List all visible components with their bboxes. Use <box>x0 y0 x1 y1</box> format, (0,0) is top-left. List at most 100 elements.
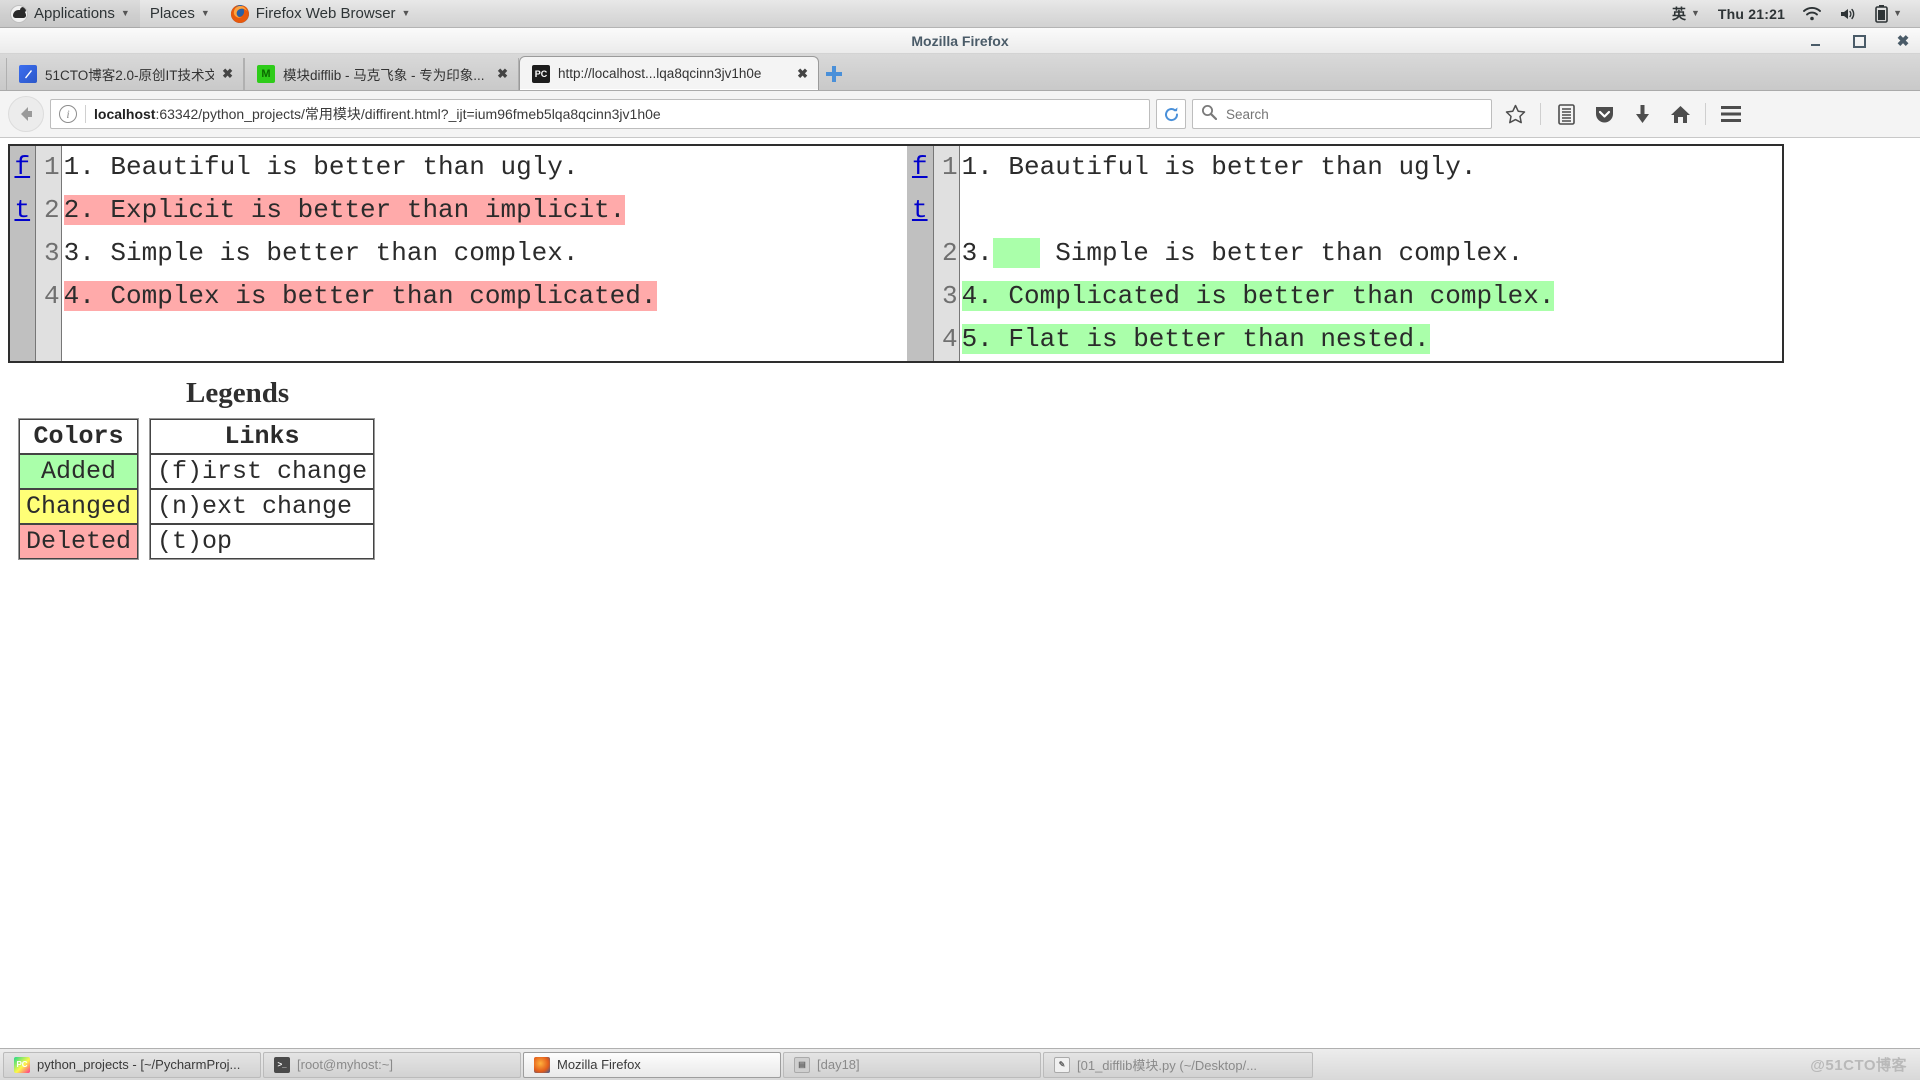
maxiang-favicon: M <box>257 65 275 83</box>
terminal-icon: >_ <box>274 1056 290 1073</box>
firefox-icon <box>534 1056 550 1073</box>
diff-lineno-right: 3 <box>933 275 960 318</box>
legend-links-header: Links <box>150 419 375 454</box>
window-controls: ✖ <box>1806 28 1912 54</box>
diff-lineno-right: 2 <box>933 232 960 275</box>
diff-lineno-left: 4 <box>35 275 62 318</box>
legend-next-change-row[interactable]: (n)ext change <box>150 489 375 524</box>
hamburger-menu-icon[interactable] <box>1714 97 1748 131</box>
input-method-indicator[interactable]: 英 ▼ <box>1664 0 1708 28</box>
diff-column-separator <box>880 232 907 275</box>
firefox-window: Mozilla Firefox ✖ 51CTO博客2.0-原创IT技术文章...… <box>0 28 1920 1048</box>
diff-text-left: 3. Simple is better than complex. <box>63 238 579 268</box>
table-row: (t)op <box>150 524 375 559</box>
page-content: f 1 1. Beautiful is better than ugly. f … <box>0 138 1920 1048</box>
diff-text-left: 4. Complex is better than complicated. <box>61 275 881 318</box>
back-button[interactable] <box>8 96 44 132</box>
chevron-down-icon: ▼ <box>120 8 130 18</box>
legend-first-change-row[interactable]: (f)irst change <box>150 454 375 489</box>
close-button[interactable]: ✖ <box>1894 32 1912 50</box>
diff-next-left <box>9 275 36 318</box>
diff-lineno-right: 4 <box>933 318 960 362</box>
close-icon[interactable]: ✖ <box>222 66 233 82</box>
diff-next-left[interactable]: t <box>9 189 36 232</box>
taskbar-item-day18[interactable]: ▤ [day18] <box>783 1051 1041 1078</box>
taskbar-item-label: python_projects - [~/PycharmProj... <box>37 1057 241 1072</box>
library-icon[interactable] <box>1549 97 1583 131</box>
close-icon[interactable]: ✖ <box>797 66 808 82</box>
active-application-label: Firefox Web Browser <box>255 5 396 22</box>
maximize-button[interactable] <box>1850 32 1868 50</box>
input-method-label: 英 <box>1672 5 1686 22</box>
diff-row: 3 3. Simple is better than complex. 2 3.… <box>9 232 1783 275</box>
active-application-menu[interactable]: Firefox Web Browser ▼ <box>220 0 421 28</box>
toolbar-separator <box>1705 103 1706 125</box>
window-title: Mozilla Firefox <box>911 32 1009 49</box>
taskbar-item-firefox[interactable]: Mozilla Firefox <box>523 1051 781 1078</box>
51cto-favicon <box>19 65 37 83</box>
downloads-icon[interactable] <box>1625 97 1659 131</box>
taskbar-item-pycharm[interactable]: PC python_projects - [~/PycharmProj... <box>3 1051 261 1078</box>
diff-lineno-right: 1 <box>933 145 960 189</box>
diff-text-left: 1. Beautiful is better than ugly. <box>63 152 579 182</box>
tab-maxiang-difflib[interactable]: M 模块difflib - 马克飞象 - 专为印象... ✖ <box>244 58 519 90</box>
tab-title: 模块difflib - 马克飞象 - 专为印象... <box>283 68 485 83</box>
diff-row: t 2 2. Explicit is better than implicit.… <box>9 189 1783 232</box>
diff-column-separator <box>880 318 907 362</box>
battery-icon[interactable]: ▼ <box>1867 0 1910 28</box>
close-icon[interactable]: ✖ <box>497 66 508 82</box>
toolbar-separator <box>1540 103 1541 125</box>
taskbar-item-label: Mozilla Firefox <box>557 1057 641 1072</box>
table-row: Links <box>150 419 375 454</box>
url-bar[interactable]: i localhost:63342/python_projects/常用模块/d… <box>50 99 1150 129</box>
reload-button[interactable] <box>1156 99 1186 129</box>
top-link[interactable]: t <box>14 195 30 225</box>
volume-icon[interactable] <box>1831 0 1865 28</box>
diff-column-separator <box>880 189 907 232</box>
diff-text-right: 5. Flat is better than nested. <box>959 318 1783 362</box>
watermark: @51CTO博客 <box>1810 1054 1917 1075</box>
first-change-link[interactable]: f <box>14 152 30 182</box>
diff-text-prefix: 3. <box>961 238 993 268</box>
legend-colors-table: Colors Added Changed Deleted <box>18 418 140 560</box>
tab-localhost-diffirent[interactable]: PC http://localhost...lqa8qcinn3jv1h0e ✖ <box>519 56 819 90</box>
diff-next-right <box>906 318 934 362</box>
legends-container: Colors Added Changed Deleted Links (f)ir… <box>18 418 1920 560</box>
places-menu[interactable]: Places ▼ <box>140 0 220 28</box>
diff-next-left <box>9 232 36 275</box>
url-host: localhost <box>94 106 156 122</box>
chevron-down-icon: ▼ <box>1893 8 1902 18</box>
diff-text-left <box>61 318 881 362</box>
home-icon[interactable] <box>1663 97 1697 131</box>
taskbar-item-terminal[interactable]: >_ [root@myhost:~] <box>263 1051 521 1078</box>
applications-menu[interactable]: Applications ▼ <box>0 0 140 28</box>
minimize-button[interactable] <box>1806 32 1824 50</box>
pocket-icon[interactable] <box>1587 97 1621 131</box>
redhat-logo-icon <box>10 4 28 23</box>
identity-info-icon[interactable]: i <box>59 105 77 123</box>
taskbar-item-difflib-py[interactable]: ✎ [01_difflib模块.py (~/Desktop/... <box>1043 1051 1313 1078</box>
diff-table: f 1 1. Beautiful is better than ugly. f … <box>8 144 1784 363</box>
wifi-icon[interactable] <box>1795 0 1829 28</box>
diff-next-right[interactable]: f <box>906 145 934 189</box>
bookmark-star-icon[interactable] <box>1498 97 1532 131</box>
diff-lineno-left <box>35 318 62 362</box>
search-input[interactable] <box>1224 105 1483 123</box>
tab-51cto[interactable]: 51CTO博客2.0-原创IT技术文章... ✖ <box>6 58 244 90</box>
diff-next-right[interactable]: t <box>906 189 934 232</box>
first-change-link[interactable]: f <box>912 152 928 182</box>
document-icon: ▤ <box>794 1056 810 1073</box>
pycharm-favicon: PC <box>532 64 550 83</box>
new-tab-button[interactable] <box>819 58 849 90</box>
window-titlebar: Mozilla Firefox ✖ <box>0 28 1920 54</box>
table-row: Added <box>19 454 139 489</box>
legend-links-table: Links (f)irst change (n)ext change (t)op <box>149 418 376 560</box>
legend-top-row[interactable]: (t)op <box>150 524 375 559</box>
deleted-text: 4. Complex is better than complicated. <box>63 281 657 311</box>
search-bar[interactable] <box>1192 99 1492 129</box>
chevron-down-icon: ▼ <box>200 8 210 18</box>
diff-lineno-left: 2 <box>35 189 62 232</box>
diff-next-left[interactable]: f <box>9 145 36 189</box>
top-link[interactable]: t <box>912 195 928 225</box>
clock[interactable]: Thu 21:21 <box>1710 0 1793 28</box>
